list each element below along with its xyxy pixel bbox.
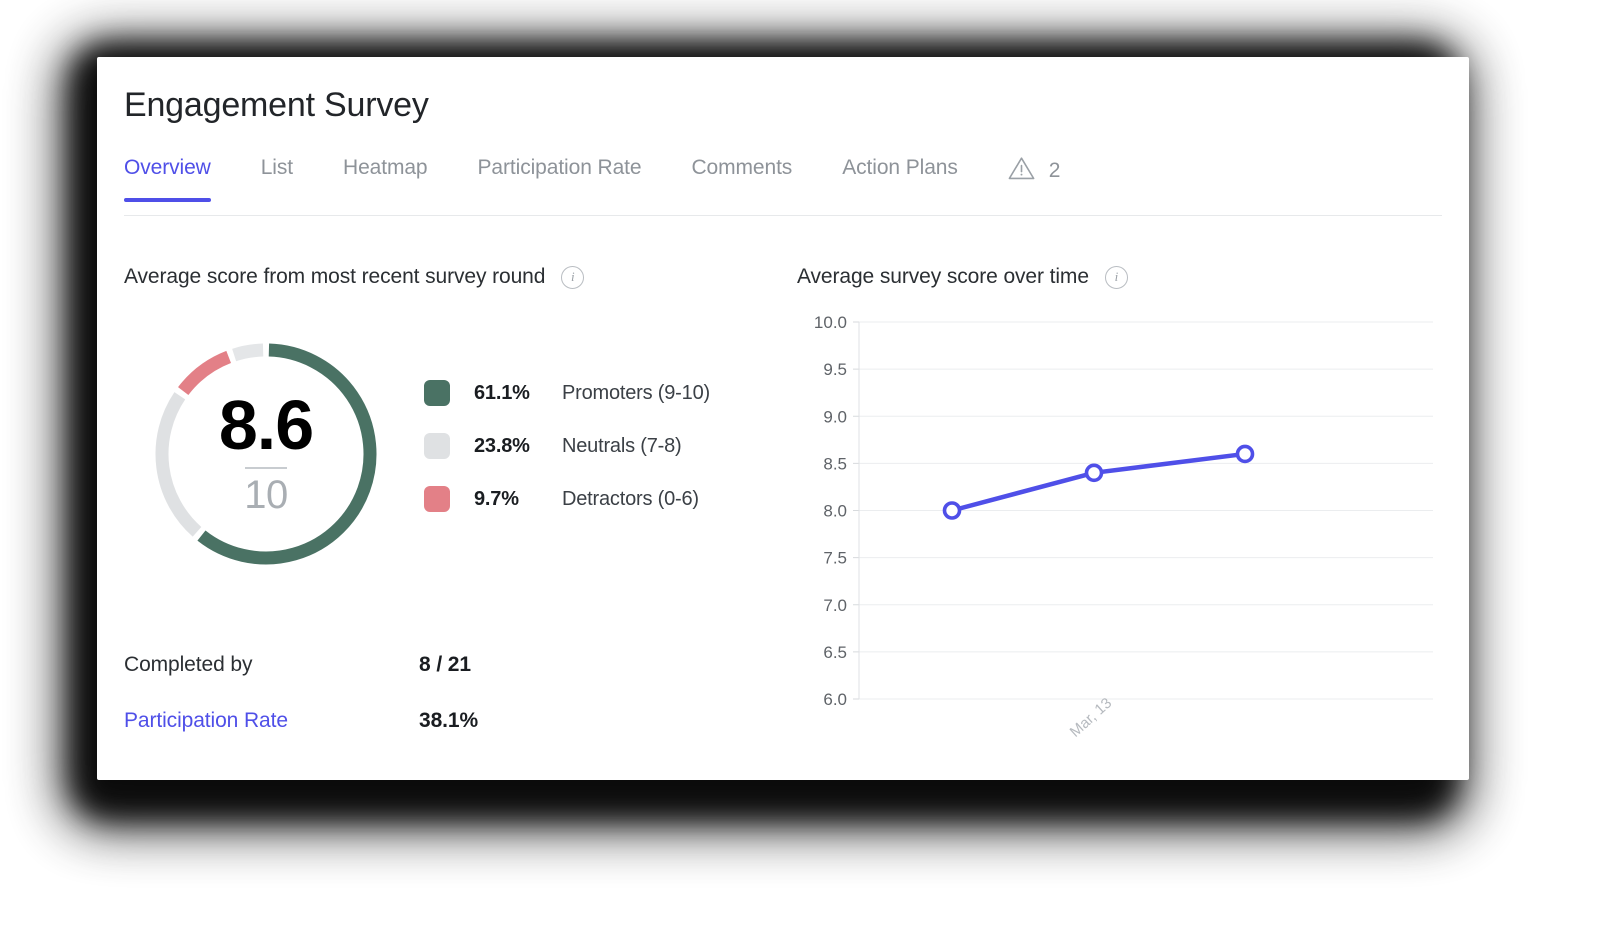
tab-bar-divider	[124, 215, 1442, 216]
legend-percent-neutrals: 23.8%	[474, 434, 530, 457]
y-axis-tick-label: 8.0	[823, 502, 847, 521]
tab-overview[interactable]: Overview	[124, 156, 211, 202]
legend-item-neutrals: 23.8% Neutrals (7-8)	[424, 433, 710, 459]
y-axis-tick-label: 9.0	[823, 407, 847, 426]
y-axis-tick-label: 7.0	[823, 596, 847, 615]
trend-data-point[interactable]	[1235, 444, 1255, 464]
info-icon[interactable]: i	[561, 265, 585, 289]
legend-label-promoters: Promoters (9-10)	[562, 381, 710, 404]
trend-line-chart: 10.0 9.5 9.0 8.5 8.0 7.5 7.0 6.5 6.0 Mar, 13	[797, 304, 1445, 754]
donut-center-label: 8.6 10	[146, 334, 386, 574]
survey-card: Engagement Survey Overview List Heatmap …	[97, 57, 1469, 780]
legend-percent-promoters: 61.1%	[474, 381, 530, 404]
page-title: Engagement Survey	[124, 86, 429, 124]
score-donut-chart: 8.6 10	[146, 334, 386, 574]
trend-panel: Average survey score over time i 10.0 9.5…	[797, 262, 1445, 741]
score-panel-header: Average score from most recent survey ro…	[124, 262, 744, 292]
trend-data-point[interactable]	[1084, 463, 1104, 483]
tab-comments[interactable]: Comments	[691, 156, 792, 202]
alert-indicator[interactable]: 2	[1008, 156, 1061, 207]
stat-row-participation-rate: Participation Rate 38.1%	[124, 693, 544, 749]
stat-value-participation-rate: 38.1%	[419, 709, 479, 732]
legend-swatch-neutrals	[424, 433, 450, 459]
y-axis-tick-label: 8.5	[823, 454, 847, 473]
info-icon[interactable]: i	[1104, 265, 1128, 289]
warning-triangle-icon	[1008, 156, 1035, 185]
screen-root: Engagement Survey Overview List Heatmap …	[0, 0, 1600, 945]
stat-value-completed-by: 8 / 21	[419, 653, 471, 676]
tab-bar: Overview List Heatmap Participation Rate…	[124, 156, 1442, 216]
legend-item-detractors: 9.7% Detractors (0-6)	[424, 486, 710, 512]
legend-swatch-promoters	[424, 380, 450, 406]
legend-label-neutrals: Neutrals (7-8)	[562, 434, 682, 457]
stat-row-completed-by: Completed by 8 / 21	[124, 637, 544, 693]
legend-percent-detractors: 9.7%	[474, 487, 519, 510]
score-stats: Completed by 8 / 21 Participation Rate 3…	[124, 637, 544, 749]
y-axis-tick-label: 7.5	[823, 549, 847, 568]
y-axis-tick-label: 9.5	[823, 360, 847, 379]
y-axis-tick-label: 10.0	[814, 313, 847, 332]
trend-line-path	[949, 451, 1248, 513]
legend-swatch-detractors	[424, 486, 450, 512]
donut-max-value: 10	[244, 473, 288, 518]
alert-count: 2	[1048, 158, 1061, 182]
tab-heatmap[interactable]: Heatmap	[343, 156, 428, 202]
score-legend: 61.1% Promoters (9-10) 23.8% Neutrals (7…	[424, 380, 710, 512]
trend-panel-header: Average survey score over time i	[797, 262, 1445, 292]
trend-data-point[interactable]	[942, 501, 962, 520]
score-panel: Average score from most recent survey ro…	[124, 262, 744, 732]
stat-label-completed-by: Completed by	[124, 653, 253, 676]
stat-link-participation-rate[interactable]: Participation Rate	[124, 709, 419, 733]
legend-label-detractors: Detractors (0-6)	[562, 487, 699, 510]
score-panel-title: Average score from most recent survey ro…	[124, 265, 546, 288]
trend-panel-title: Average survey score over time	[797, 265, 1089, 288]
tab-action-plans[interactable]: Action Plans	[842, 156, 958, 202]
y-axis-tick-label: 6.0	[823, 690, 847, 709]
legend-item-promoters: 61.1% Promoters (9-10)	[424, 380, 710, 406]
donut-divider	[245, 467, 287, 470]
tab-participation-rate[interactable]: Participation Rate	[478, 156, 642, 202]
trend-chart-svg: 10.0 9.5 9.0 8.5 8.0 7.5 7.0 6.5 6.0 Mar, 13	[814, 313, 1433, 741]
tab-list[interactable]: List	[261, 156, 293, 202]
donut-score-value: 8.6	[218, 385, 314, 464]
y-axis-tick-label: 6.5	[823, 643, 847, 662]
x-axis-tick-label: Mar, 13	[1067, 695, 1116, 741]
